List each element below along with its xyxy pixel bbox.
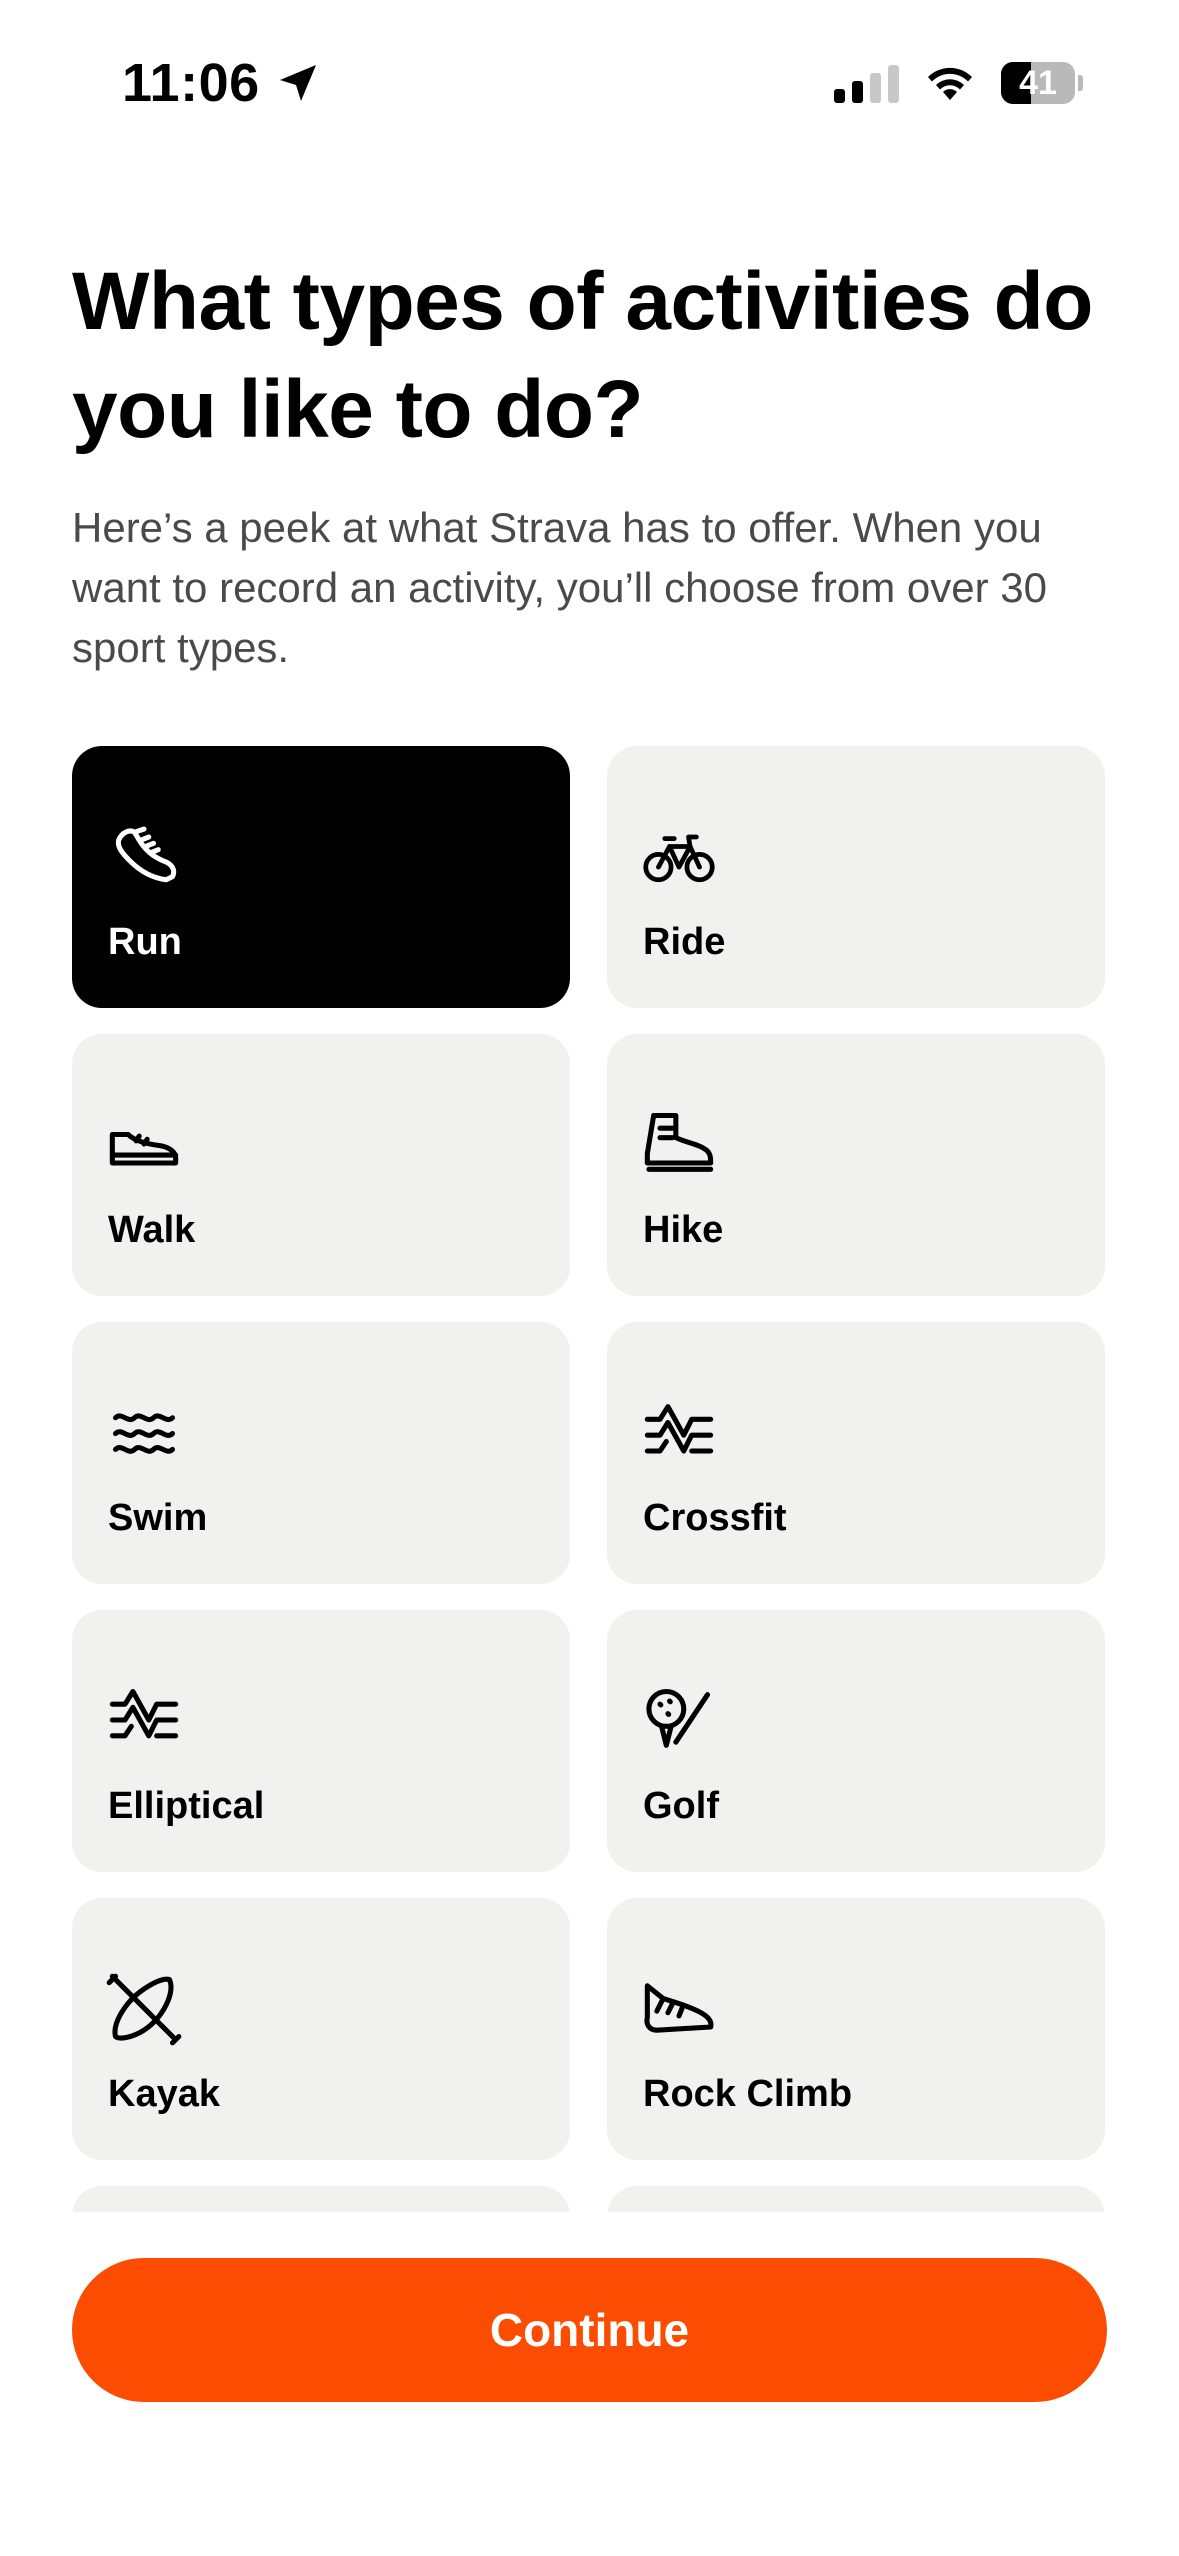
- golf-icon: [641, 1682, 717, 1758]
- activity-tile-crossfit[interactable]: Crossfit: [607, 1322, 1105, 1584]
- elliptical-icon: [106, 1682, 182, 1758]
- activity-label: Crossfit: [643, 1497, 787, 1539]
- activity-list[interactable]: Run Ride Walk Hike Swim Crossfit Ellipti…: [0, 746, 1179, 2212]
- activity-label: Kayak: [108, 2073, 220, 2115]
- activity-tile-walk[interactable]: Walk: [72, 1034, 570, 1296]
- crossfit-icon: [641, 1394, 717, 1470]
- activity-tile-run[interactable]: Run: [72, 746, 570, 1008]
- bicycle-icon: [641, 818, 717, 894]
- battery-icon: 41: [1001, 62, 1083, 104]
- wifi-icon: [928, 67, 972, 100]
- status-indicators: 41: [834, 62, 1083, 104]
- status-time: 11:06: [122, 52, 322, 114]
- activity-label: Swim: [108, 1497, 208, 1539]
- page-subtitle: Here’s a peek at what Strava has to offe…: [72, 504, 1048, 671]
- clock-text: 11:06: [122, 53, 260, 113]
- activity-grid: Run Ride Walk Hike Swim Crossfit Ellipti…: [72, 746, 1105, 2212]
- onboarding-screen: 11:06 41 What types of activities do you…: [0, 0, 1179, 2556]
- activity-tile-kayak[interactable]: Kayak: [72, 1898, 570, 2160]
- activity-label: Run: [108, 921, 182, 963]
- activity-tile-ride[interactable]: Ride: [607, 746, 1105, 1008]
- activity-tile-swim[interactable]: Swim: [72, 1322, 570, 1584]
- activity-tile-hike[interactable]: Hike: [607, 1034, 1105, 1296]
- climbing-shoe-icon: [641, 1970, 717, 2046]
- activity-label: Rock Climb: [643, 2073, 853, 2115]
- location-arrow-icon: [279, 65, 316, 101]
- battery-level-text: 41: [1019, 63, 1057, 102]
- waves-icon: [106, 1394, 182, 1470]
- activity-tile-rock-climb[interactable]: Rock Climb: [607, 1898, 1105, 2160]
- page-title: What types of activities do you like to …: [72, 256, 1093, 455]
- running-shoe-icon: [106, 818, 182, 894]
- activity-tile-elliptical[interactable]: Elliptical: [72, 1610, 570, 1872]
- continue-button[interactable]: Continue: [72, 2258, 1107, 2402]
- activity-tile-golf[interactable]: Golf: [607, 1610, 1105, 1872]
- activity-label: Hike: [643, 1209, 724, 1251]
- walking-shoe-icon: [106, 1106, 182, 1182]
- activity-tile-partial[interactable]: [607, 2186, 1105, 2212]
- cellular-signal-icon: [834, 63, 899, 103]
- activity-label: Golf: [643, 1785, 719, 1827]
- status-bar: 11:06 41: [0, 0, 1179, 150]
- activity-label: Ride: [643, 921, 726, 963]
- activity-tile-partial[interactable]: [72, 2186, 570, 2212]
- kayak-icon: [106, 1970, 182, 2046]
- hiking-boot-icon: [641, 1106, 717, 1182]
- activity-label: Walk: [108, 1209, 196, 1251]
- activity-label: Elliptical: [108, 1785, 265, 1827]
